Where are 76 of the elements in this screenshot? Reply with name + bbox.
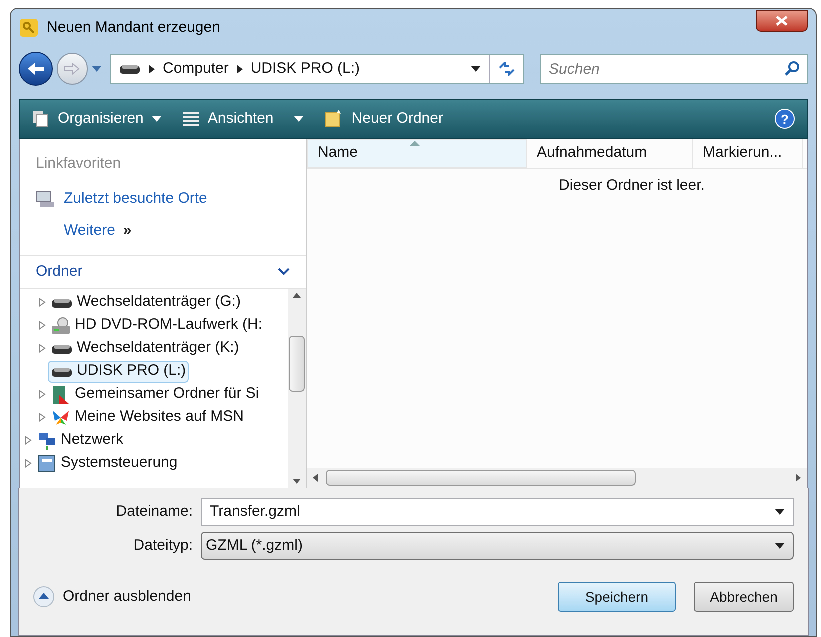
scroll-left-icon	[313, 474, 318, 482]
tree-item[interactable]: HD DVD-ROM-Laufwerk (H:	[75, 314, 263, 337]
expand-arrow-icon[interactable]	[24, 436, 32, 445]
field-label: Dateityp:	[132, 536, 193, 556]
column-header[interactable]: Name	[307, 139, 527, 168]
caret-icon	[92, 66, 102, 72]
arrow-right-icon	[64, 63, 80, 75]
expand-arrow-icon[interactable]	[38, 321, 46, 330]
column-header[interactable]: Aufnahmedatum	[527, 139, 693, 168]
drive-icon	[118, 63, 141, 75]
shared-folder-icon	[51, 384, 71, 404]
dialog-button[interactable]: Abbrechen	[694, 582, 794, 612]
column-header[interactable]: Markierun...	[693, 139, 803, 168]
caret-icon	[775, 509, 785, 515]
recent-places-icon	[36, 190, 56, 208]
breadcrumb-segment[interactable]: Computer	[154, 58, 237, 80]
caret-icon	[294, 116, 304, 122]
search-icon	[784, 61, 800, 77]
more-link[interactable]: Weitere	[64, 220, 116, 242]
expand-arrow-icon[interactable]	[38, 344, 46, 353]
close-button[interactable]	[756, 10, 808, 32]
expand-arrow-icon[interactable]	[38, 298, 46, 307]
back-button[interactable]	[19, 52, 53, 86]
help-button[interactable]: ?	[775, 109, 795, 129]
caret-icon	[471, 66, 482, 72]
toolbar-button[interactable]: Organisieren	[32, 108, 162, 130]
more-glyph: »	[123, 221, 132, 241]
vertical-scrollbar[interactable]	[288, 289, 306, 488]
pages-icon	[32, 110, 50, 128]
search-field[interactable]: Suchen	[540, 54, 808, 84]
collapse-up-icon	[33, 586, 55, 608]
network-icon	[37, 430, 57, 450]
close-icon	[776, 16, 788, 26]
list-view-icon	[182, 110, 200, 128]
field-label: Dateiname:	[115, 502, 193, 522]
folders-header[interactable]: Ordner	[20, 255, 306, 289]
caret-icon	[152, 116, 162, 122]
caret-icon	[775, 543, 785, 549]
tree-item[interactable]: Wechseldatenträger (K:)	[77, 337, 240, 360]
expand-arrow-icon[interactable]	[24, 459, 32, 468]
tree-item[interactable]: Netzwerk	[61, 429, 124, 452]
filetype-dropdown[interactable]: GZML (*.gzml)	[201, 532, 794, 560]
tree-item[interactable]: Meine Websites auf MSN	[75, 406, 244, 429]
drive-icon	[51, 296, 73, 308]
refresh-icon[interactable]	[498, 62, 516, 76]
tree-item[interactable]: Wechseldatenträger (G:)	[77, 291, 241, 314]
scroll-up-icon	[293, 293, 301, 298]
empty-folder-message: Dieser Ordner ist leer.	[559, 176, 705, 196]
breadcrumb-segment[interactable]: UDISK PRO (L:)	[242, 58, 368, 80]
sort-arrow-icon	[410, 141, 420, 146]
section-heading: Linkfavoriten	[36, 154, 122, 174]
window-title: Neuen Mandant erzeugen	[47, 18, 220, 38]
dvd-drive-icon	[51, 316, 71, 334]
chevron-right-icon	[148, 64, 155, 74]
horizontal-scrollbar[interactable]	[307, 468, 807, 488]
filename-field[interactable]: Transfer.gzml	[201, 498, 794, 526]
scrollbar-thumb	[289, 336, 305, 392]
tree-item[interactable]: Systemsteuerung	[61, 452, 178, 475]
tree-item[interactable]: Gemeinsamer Ordner für Si	[75, 383, 260, 406]
address-bar[interactable]: Computer UDISK PRO (L:)	[110, 54, 524, 84]
favorite-link[interactable]: Zuletzt besuchte Orte	[64, 188, 208, 210]
toolbar-button[interactable]: Ansichten	[182, 108, 304, 130]
arrow-left-icon	[26, 62, 45, 76]
toolbar-button[interactable]: Neuer Ordner	[324, 108, 444, 130]
scroll-right-icon	[796, 474, 801, 482]
control-panel-icon	[37, 454, 57, 474]
chevron-right-icon	[236, 64, 243, 74]
butterfly-icon	[51, 408, 71, 426]
drive-icon	[51, 366, 73, 378]
dialog-button[interactable]: Speichern	[558, 582, 676, 612]
expand-arrow-icon[interactable]	[38, 413, 46, 422]
new-folder-icon	[324, 109, 344, 129]
drive-icon	[51, 342, 73, 354]
scroll-down-icon	[293, 479, 301, 484]
expand-arrow-icon[interactable]	[38, 390, 46, 399]
hide-folders-button[interactable]: Ordner ausblenden	[33, 586, 192, 608]
